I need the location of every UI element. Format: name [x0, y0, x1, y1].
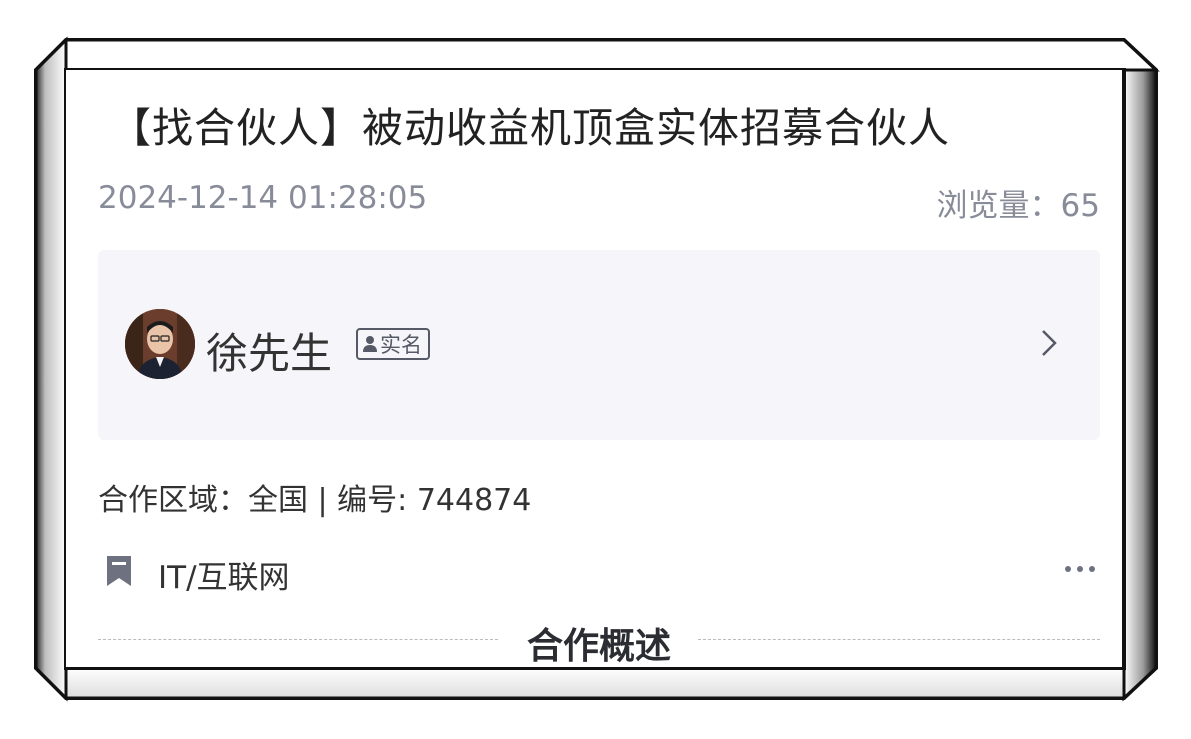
divider-right [698, 639, 1100, 640]
post-date: 2024-12-14 01:28:05 [98, 180, 428, 216]
post-detail-panel: 【找合伙人】被动收益机顶盒实体招募合伙人 2024-12-14 01:28:05… [66, 70, 1122, 667]
author-card[interactable]: 徐先生 实名 [98, 250, 1100, 440]
post-title: 【找合伙人】被动收益机顶盒实体招募合伙人 [110, 104, 950, 152]
author-name: 徐先生 [206, 329, 333, 378]
section-header: 合作概述 [98, 615, 1100, 667]
category-row: IT/互联网 [98, 550, 1100, 596]
post-meta-row: 2024-12-14 01:28:05 浏览量：65 [98, 180, 1100, 224]
view-count: 浏览量：65 [936, 188, 1100, 224]
verified-badge-label: 实名 [380, 333, 422, 357]
chevron-right-icon[interactable] [1038, 328, 1060, 358]
category-label: IT/互联网 [158, 560, 290, 596]
person-icon [363, 336, 377, 352]
bookmark-icon [107, 556, 131, 586]
cooperation-info: 合作区域：全国 | 编号: 744874 [98, 483, 532, 518]
author-avatar[interactable] [125, 309, 195, 379]
more-dots-icon[interactable] [1064, 564, 1096, 574]
section-title: 合作概述 [526, 626, 671, 667]
verified-badge: 实名 [356, 328, 430, 360]
screenshot-stage: 【找合伙人】被动收益机顶盒实体招募合伙人 2024-12-14 01:28:05… [0, 0, 1191, 739]
